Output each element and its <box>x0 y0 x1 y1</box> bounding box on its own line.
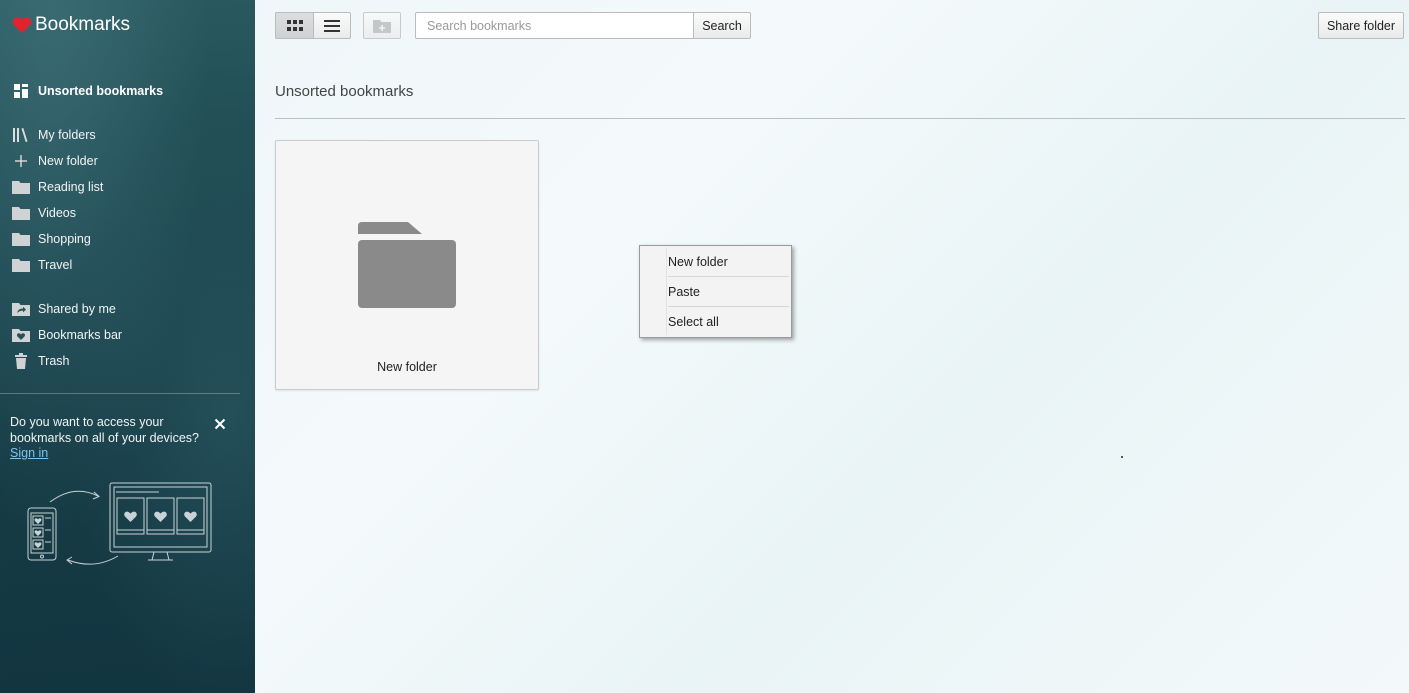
context-menu-separator <box>668 306 789 307</box>
plus-icon <box>12 153 30 169</box>
sync-promo-text: Do you want to access your bookmarks on … <box>10 415 199 445</box>
sidebar-item-unsorted-bookmarks[interactable]: Unsorted bookmarks <box>12 81 163 101</box>
context-menu-paste[interactable]: Paste <box>668 278 788 306</box>
share-folder-button[interactable]: Share folder <box>1318 12 1404 39</box>
folder-card-label: New folder <box>377 360 437 374</box>
tiles-icon <box>12 83 30 99</box>
grid-view-button[interactable] <box>275 12 313 39</box>
grid-icon <box>286 19 303 31</box>
folder-icon <box>12 257 30 273</box>
sidebar-item-label: Videos <box>38 206 76 220</box>
sidebar: Bookmarks Unsorted bookmarks My folders … <box>0 0 255 693</box>
list-view-button[interactable] <box>313 12 351 39</box>
context-menu-separator <box>668 276 789 277</box>
sidebar-item-label: Bookmarks bar <box>38 328 123 342</box>
sidebar-item-shared-by-me[interactable]: Shared by me <box>12 299 116 319</box>
sidebar-item-label: Shopping <box>38 232 91 246</box>
sidebar-item-label: Unsorted bookmarks <box>38 84 164 98</box>
sidebar-item-label: Trash <box>38 354 70 368</box>
app-title: Bookmarks <box>35 14 131 35</box>
sidebar-item-videos[interactable]: Videos <box>12 203 76 223</box>
sidebar-item-bookmarks-bar[interactable]: Bookmarks bar <box>12 325 122 345</box>
search-input[interactable] <box>415 12 694 39</box>
trash-icon <box>12 353 30 369</box>
library-icon <box>12 127 30 143</box>
brand: Bookmarks <box>12 14 130 36</box>
context-menu-new-folder[interactable]: New folder <box>668 248 788 276</box>
sidebar-divider <box>0 393 240 394</box>
sidebar-item-trash[interactable]: Trash <box>12 351 70 371</box>
context-menu-gutter <box>666 248 667 335</box>
sidebar-item-label: Reading list <box>38 180 104 194</box>
shared-folder-icon <box>12 301 30 317</box>
folder-card[interactable]: New folder <box>275 140 539 390</box>
sidebar-item-my-folders[interactable]: My folders <box>12 125 96 145</box>
sidebar-item-label: Travel <box>38 258 73 272</box>
folder-icon <box>12 231 30 247</box>
list-icon <box>324 19 340 32</box>
folder-icon <box>12 205 30 221</box>
sidebar-item-label: My folders <box>38 128 96 142</box>
context-menu: New folder Paste Select all <box>639 245 792 338</box>
sidebar-item-shopping[interactable]: Shopping <box>12 229 91 249</box>
context-menu-select-all[interactable]: Select all <box>668 308 788 336</box>
add-folder-icon <box>373 19 391 33</box>
sign-in-link[interactable]: Sign in <box>10 446 48 460</box>
heart-logo-icon <box>12 17 32 33</box>
close-icon[interactable] <box>212 416 228 432</box>
sidebar-item-reading-list[interactable]: Reading list <box>12 177 103 197</box>
sidebar-item-label: Shared by me <box>38 302 116 316</box>
folder-icon <box>358 222 456 308</box>
heart-folder-icon <box>12 327 30 343</box>
sidebar-item-new-folder[interactable]: New folder <box>12 151 98 171</box>
page-title: Unsorted bookmarks <box>275 83 414 100</box>
device-sync-illustration-icon <box>27 482 212 565</box>
add-folder-button[interactable] <box>363 12 401 39</box>
search-button[interactable]: Search <box>693 12 751 39</box>
cursor-dot <box>1121 456 1123 458</box>
title-divider <box>275 118 1405 119</box>
folder-icon <box>12 179 30 195</box>
sidebar-item-label: New folder <box>38 154 98 168</box>
sidebar-item-travel[interactable]: Travel <box>12 255 72 275</box>
